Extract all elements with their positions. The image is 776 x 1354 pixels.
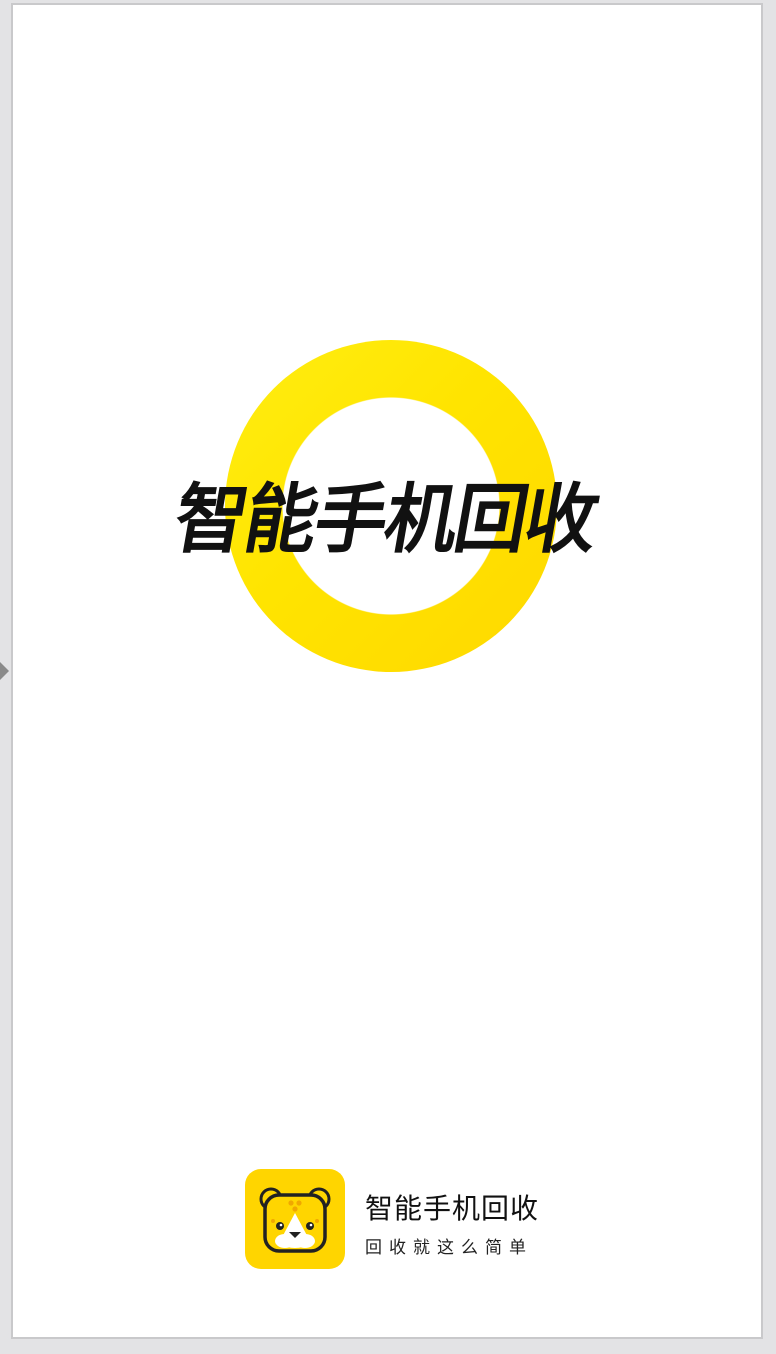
- editor-canvas: 智能手机回收 智能手机回收 回收就这么简单: [0, 0, 776, 1354]
- canvas-resize-handle[interactable]: [0, 662, 9, 680]
- brand-name: 智能手机回收: [365, 1192, 540, 1225]
- brand-slogan: 回收就这么简单: [365, 1238, 533, 1258]
- phone-splash-screen: 智能手机回收 智能手机回收 回收就这么简单: [11, 3, 763, 1339]
- tiger-app-icon: [245, 1169, 345, 1269]
- splash-title: 智能手机回收: [168, 475, 604, 564]
- brand-footer: 智能手机回收 回收就这么简单: [245, 1169, 545, 1269]
